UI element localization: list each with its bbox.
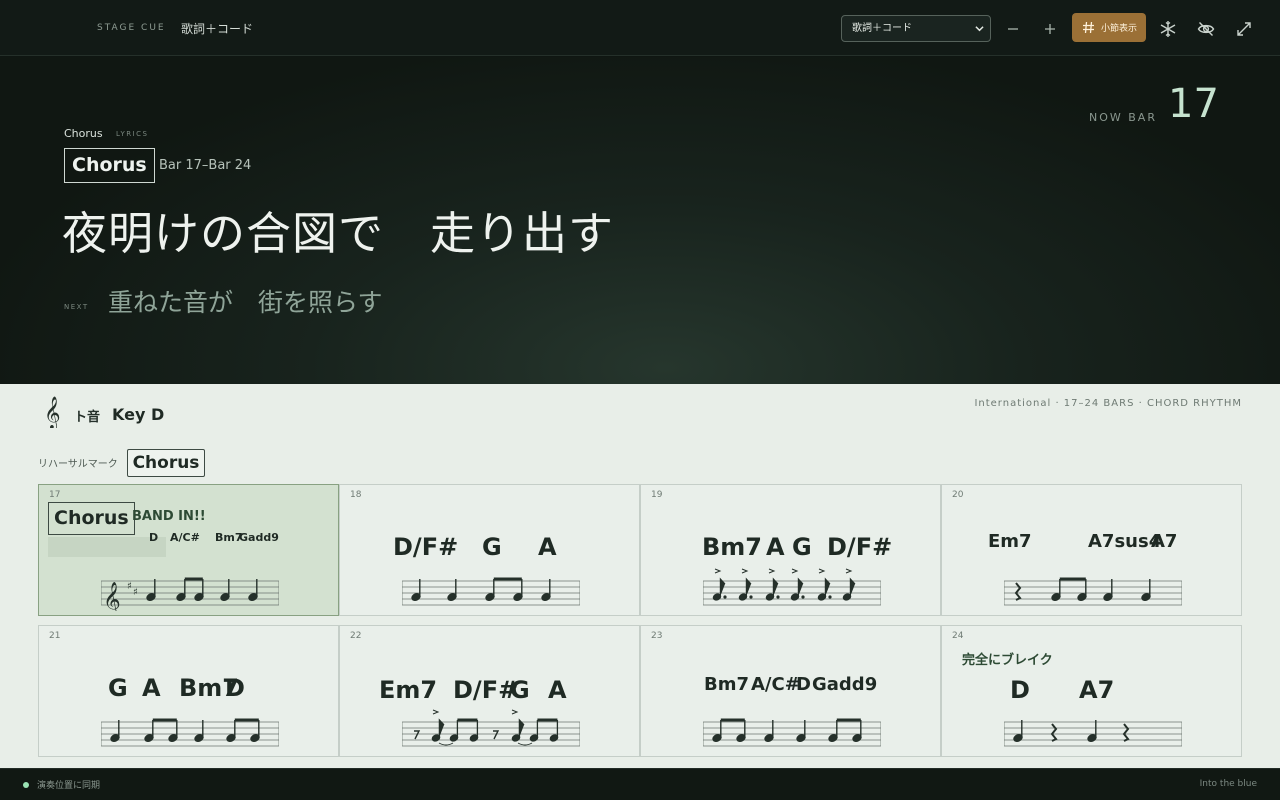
lyrics-hero: NOW BAR 17 Chorus LYRICS Chorus Bar 17–B… <box>0 57 1280 384</box>
rhythm-staff <box>402 709 580 747</box>
treble-clef-icon: 𝄞 <box>44 396 61 428</box>
svg-text:𝄞: 𝄞 <box>103 582 121 611</box>
chord: D/F# <box>393 533 459 561</box>
chord: A7 <box>1151 531 1178 552</box>
chord: G <box>482 533 502 561</box>
chord: Em7 <box>988 531 1032 552</box>
bar-22[interactable]: 22 Em7 D/F# G A <box>339 625 640 757</box>
bar-number: 19 <box>651 490 663 500</box>
chord: Gadd9 <box>812 674 878 695</box>
sync-status-label[interactable]: 演奏位置に同期 <box>37 778 100 791</box>
chord: G <box>510 676 530 704</box>
status-bar: 演奏位置に同期 Into the blue <box>0 768 1280 800</box>
now-bar-label: NOW BAR <box>1089 111 1157 124</box>
bar-cue: 完全にブレイク <box>962 653 1053 668</box>
bar-23[interactable]: 23 Bm7 A/C# D Gadd9 <box>640 625 941 757</box>
chord: A/C# <box>751 674 800 695</box>
chord: D/F# <box>827 533 893 561</box>
chord: Bm7 <box>704 674 749 695</box>
hide-lyrics-button[interactable] <box>1192 15 1220 42</box>
next-lyric: 重ねた音が 街を照らす <box>108 288 383 317</box>
display-mode-select[interactable]: 歌詞＋コード <box>841 15 991 42</box>
section-badge: Chorus <box>64 148 155 183</box>
zoom-out-button[interactable] <box>999 15 1027 42</box>
fullscreen-button[interactable] <box>1230 15 1258 42</box>
chord: A <box>766 533 785 561</box>
rhythm-staff <box>1004 577 1182 606</box>
key-label: Key D <box>112 405 165 424</box>
freeze-button[interactable] <box>1154 15 1182 42</box>
chord: A7 <box>1079 676 1115 704</box>
bar-17[interactable]: 17 Chorus BAND IN!! D A/C# Bm7 Gadd9 𝄞 ♯… <box>38 484 339 616</box>
app-brand: STAGE CUE <box>97 23 166 33</box>
mode-title: 歌詞＋コード <box>181 22 254 36</box>
chord: G <box>792 533 812 561</box>
bar-number: 23 <box>651 631 663 641</box>
chevron-down-icon <box>975 26 984 32</box>
chord: D <box>796 674 811 695</box>
bar-24[interactable]: 24 完全にブレイク D A7 <box>941 625 1242 757</box>
bar-number: 17 <box>49 490 61 500</box>
rhythm-staff: 𝄞 ♯ ♯ <box>101 577 279 611</box>
chord: G <box>108 674 128 702</box>
plus-icon <box>1045 23 1055 34</box>
chord: D/F# <box>453 676 519 704</box>
svg-text:♯: ♯ <box>127 581 132 592</box>
bar-rehearsal-mark: Chorus <box>48 502 135 535</box>
rhythm-staff <box>402 577 580 606</box>
section-tag: LYRICS <box>116 130 149 138</box>
clef-label: ト音 <box>74 410 101 425</box>
bar-19[interactable]: 19 Bm7 A G D/F# <box>640 484 941 616</box>
score-meta: International · 17–24 BARS · CHORD RHYTH… <box>974 398 1242 409</box>
bar-number: 24 <box>952 631 964 641</box>
rhythm-staff <box>703 568 881 606</box>
song-title: Into the blue <box>1199 779 1257 789</box>
score-panel: 𝄞 ト音 Key D International · 17–24 BARS · … <box>0 384 1280 768</box>
bar-cue: BAND IN!! <box>132 509 206 524</box>
bar-number-toggle-button[interactable]: 小節表示 <box>1072 13 1146 42</box>
bar-number: 22 <box>350 631 362 641</box>
top-bar: STAGE CUE 歌詞＋コード 歌詞＋コード 小節表示 <box>0 0 1280 56</box>
chord: A <box>548 676 567 704</box>
eye-off-icon <box>1197 21 1215 36</box>
chord: Gadd9 <box>239 531 279 544</box>
bar-range: Bar 17–Bar 24 <box>159 158 252 173</box>
bar-number: 18 <box>350 490 362 500</box>
chord: Em7 <box>379 676 438 704</box>
bar-21[interactable]: 21 G A Bm7 D <box>38 625 339 757</box>
chord: D <box>225 674 245 702</box>
rhythm-staff <box>703 718 881 747</box>
rehearsal-mark-label: リハーサルマーク <box>38 459 118 470</box>
expand-icon <box>1237 21 1251 36</box>
svg-text:𝄞: 𝄞 <box>44 396 61 428</box>
hash-icon <box>1083 21 1094 34</box>
zoom-in-button[interactable] <box>1036 15 1064 42</box>
chord: A <box>142 674 161 702</box>
current-lyric: 夜明けの合図で 走り出す <box>62 207 615 260</box>
bar-18[interactable]: 18 D/F# G A <box>339 484 640 616</box>
chord: A <box>538 533 557 561</box>
chord: A/C# <box>170 531 200 544</box>
chord: D <box>149 531 159 544</box>
rhythm-staff <box>101 718 279 747</box>
snowflake-icon <box>1160 20 1176 37</box>
sync-status-dot <box>23 782 29 788</box>
display-mode-value: 歌詞＋コード <box>852 23 912 34</box>
bar-number-toggle-label: 小節表示 <box>1101 24 1138 34</box>
next-label: NEXT <box>64 303 89 311</box>
rhythm-staff <box>1004 720 1182 747</box>
minus-icon <box>1008 27 1018 30</box>
svg-text:♯: ♯ <box>133 587 138 598</box>
bar-number: 20 <box>952 490 964 500</box>
chord: D <box>1010 676 1030 704</box>
chord: Bm7 <box>702 533 762 561</box>
bar-20[interactable]: 20 Em7 A7sus4 A7 <box>941 484 1242 616</box>
section-name: Chorus <box>64 127 103 140</box>
bar-number: 21 <box>49 631 61 641</box>
rehearsal-mark[interactable]: Chorus <box>127 449 205 477</box>
now-bar-number: 17 <box>1168 81 1219 127</box>
